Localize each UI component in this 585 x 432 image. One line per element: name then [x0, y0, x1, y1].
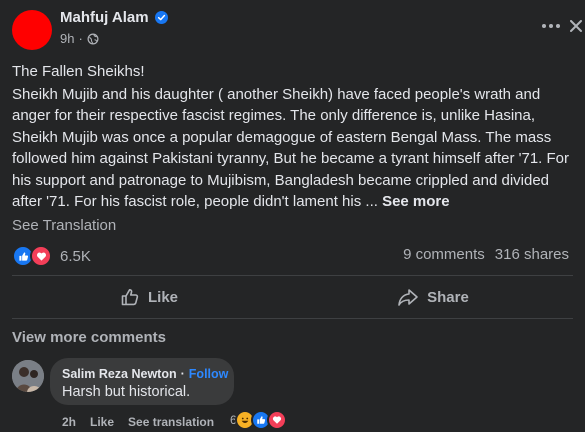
post-meta: 9h · [60, 31, 99, 46]
post-stats: 9 comments 316 shares [403, 246, 569, 263]
reactions-summary[interactable]: 6.5K [12, 245, 91, 267]
view-more-comments-link[interactable]: View more comments [12, 329, 166, 346]
comment-header: Salim Reza Newton · Follow [62, 367, 228, 381]
share-button[interactable]: Share [296, 278, 570, 316]
follow-button[interactable]: Follow [189, 367, 229, 381]
share-icon [398, 289, 418, 306]
close-icon [570, 20, 582, 32]
love-reaction-icon-small [266, 410, 287, 430]
verified-badge-icon [154, 11, 168, 24]
share-label: Share [427, 288, 469, 306]
love-reaction-icon [30, 245, 52, 267]
commenter-name[interactable]: Salim Reza Newton [62, 367, 177, 381]
shares-count[interactable]: 316 shares [495, 246, 569, 263]
follow-separator: · [180, 367, 185, 381]
comment-see-translation[interactable]: See translation [128, 415, 214, 429]
more-options-button[interactable] [538, 16, 564, 36]
like-icon [121, 288, 139, 306]
post-text: Sheikh Mujib and his daughter ( another … [12, 86, 570, 211]
more-options-icon [542, 24, 560, 28]
like-label: Like [147, 288, 178, 306]
post-title: The Fallen Sheikhs! [12, 63, 145, 80]
author-avatar[interactable] [12, 10, 52, 50]
see-more-link[interactable]: See more [382, 193, 450, 210]
comment-meta: 2h Like See translation [62, 415, 214, 429]
like-button[interactable]: Like [12, 278, 286, 316]
author-name[interactable]: Mahfuj Alam [60, 9, 149, 26]
comment-text: Harsh but historical. [62, 384, 191, 400]
see-translation-link[interactable]: See Translation [12, 217, 116, 234]
post-author: Mahfuj Alam [60, 9, 168, 26]
globe-icon [87, 33, 99, 44]
commenter-avatar[interactable] [12, 360, 44, 392]
meta-separator: · [78, 31, 83, 46]
close-button[interactable] [569, 14, 583, 38]
post-time[interactable]: 9h [60, 31, 74, 46]
comment-time[interactable]: 2h [62, 415, 76, 429]
post-body: Sheikh Mujib and his daughter ( another … [12, 84, 577, 212]
comments-count[interactable]: 9 comments [403, 246, 485, 263]
divider-top [12, 275, 573, 276]
comment-like-button[interactable]: Like [90, 415, 114, 429]
reaction-count: 6.5K [60, 247, 91, 265]
divider-bottom [12, 318, 573, 319]
comment-reactions[interactable]: 6 [230, 410, 287, 430]
